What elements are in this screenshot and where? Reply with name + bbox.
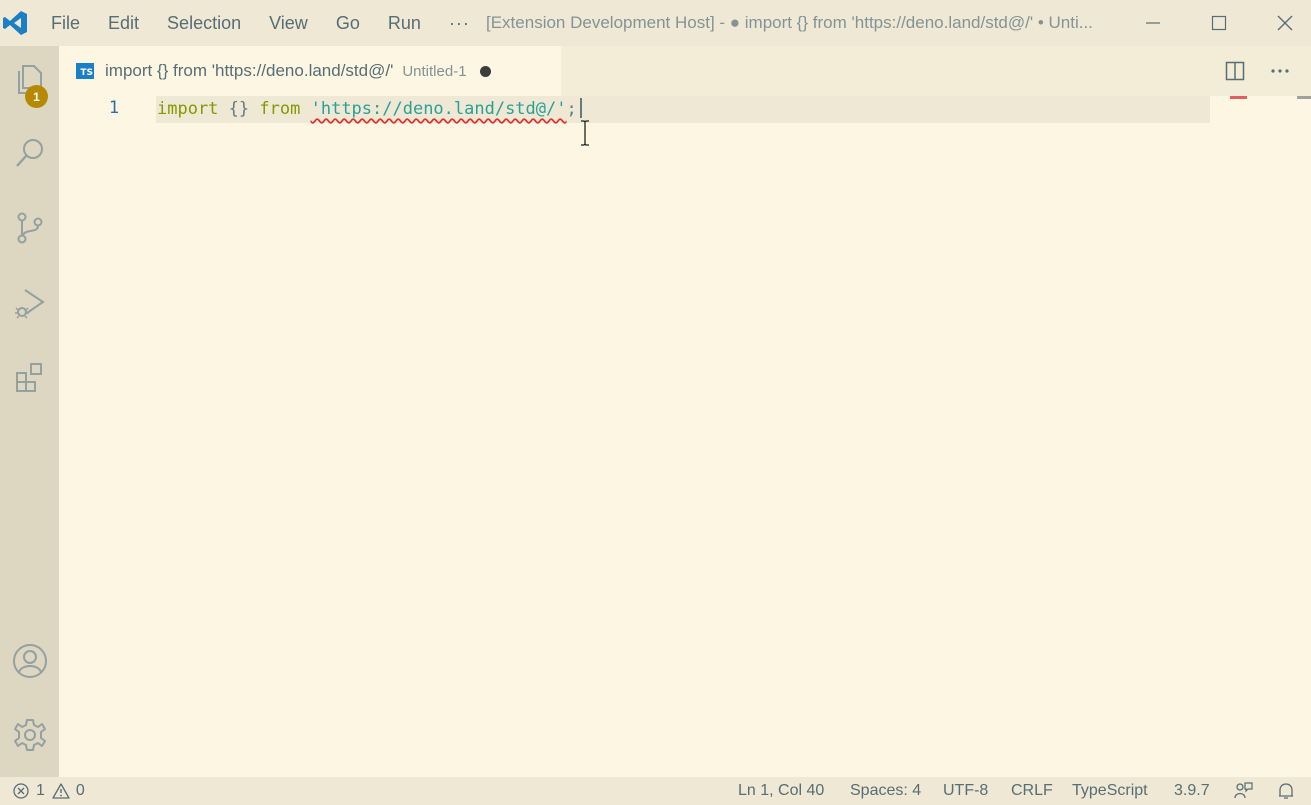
tab-bar: TS import {} from 'https://deno.land/std… <box>59 46 1311 96</box>
more-actions-button[interactable] <box>1260 46 1300 96</box>
vscode-logo-icon <box>0 0 30 46</box>
menu-selection[interactable]: Selection <box>167 13 241 34</box>
scrollbar-edge[interactable] <box>1297 96 1311 99</box>
ibeam-cursor-icon <box>581 120 589 146</box>
source-control-icon <box>17 212 42 244</box>
menu-run[interactable]: Run <box>388 13 421 34</box>
code-line[interactable]: import {} from 'https://deno.land/std@/'… <box>157 98 582 120</box>
unsaved-dot-icon[interactable] <box>479 65 491 77</box>
menu-more[interactable]: ··· <box>449 13 470 34</box>
source-control-button[interactable] <box>0 198 59 258</box>
close-window-button[interactable] <box>1252 0 1311 46</box>
accounts-button[interactable] <box>0 631 59 691</box>
problems-status[interactable]: 1 0 <box>12 777 85 805</box>
feedback-icon <box>1234 782 1253 799</box>
warning-icon <box>52 783 70 799</box>
title-bar: File Edit Selection View Go Run ··· [Ext… <box>0 0 1311 46</box>
window-title: [Extension Development Host] - ● import … <box>486 13 1093 32</box>
indentation[interactable]: Spaces: 4 <box>850 777 921 805</box>
warning-count: 0 <box>75 782 85 799</box>
search-icon <box>15 139 43 167</box>
run-debug-button[interactable] <box>0 273 59 333</box>
typescript-version[interactable]: 3.9.7 <box>1174 777 1210 805</box>
language-mode[interactable]: TypeScript <box>1072 777 1148 805</box>
error-count: 1 <box>36 782 45 799</box>
close-icon <box>1277 15 1293 31</box>
keyword-import: import <box>157 99 219 119</box>
typescript-file-icon: TS <box>76 63 94 79</box>
run-debug-icon <box>14 289 45 319</box>
end-of-line[interactable]: CRLF <box>1011 777 1053 805</box>
code-editor[interactable]: 1 import {} from 'https://deno.land/std@… <box>59 96 1311 777</box>
status-bar: 1 0 Ln 1, Col 40 Spaces: 4 UTF-8 CRLF Ty… <box>0 777 1311 805</box>
ellipsis-icon <box>1271 69 1289 73</box>
braces: {} <box>228 99 250 119</box>
menu-bar: File Edit Selection View Go Run ··· <box>51 13 498 34</box>
feedback-button[interactable] <box>1233 777 1253 805</box>
menu-view[interactable]: View <box>269 13 308 34</box>
semicolon: ; <box>566 99 577 119</box>
bell-icon <box>1279 783 1293 799</box>
line-number: 1 <box>108 98 120 118</box>
split-editor-button[interactable] <box>1215 46 1255 96</box>
keyword-from: from <box>259 99 301 119</box>
editor-tab[interactable]: TS import {} from 'https://deno.land/std… <box>59 46 561 96</box>
account-icon <box>12 644 47 678</box>
menu-edit[interactable]: Edit <box>108 13 139 34</box>
text-cursor <box>579 98 582 118</box>
explorer-badge: 1 <box>25 85 48 108</box>
gear-icon <box>13 719 46 751</box>
notifications-button[interactable] <box>1276 777 1296 805</box>
minimize-button[interactable] <box>1120 0 1186 46</box>
manage-button[interactable] <box>0 705 59 765</box>
encoding[interactable]: UTF-8 <box>943 777 988 805</box>
extensions-button[interactable] <box>0 348 59 408</box>
activity-bar: 1 <box>0 46 59 777</box>
split-editor-icon <box>1225 61 1245 81</box>
extensions-icon <box>15 363 42 392</box>
minimize-icon <box>1146 22 1160 24</box>
cursor-position[interactable]: Ln 1, Col 40 <box>738 777 824 805</box>
explorer-button[interactable]: 1 <box>0 49 59 109</box>
menu-file[interactable]: File <box>51 13 80 34</box>
overview-error-marker <box>1230 96 1247 99</box>
maximize-icon <box>1211 15 1227 31</box>
menu-go[interactable]: Go <box>336 13 360 34</box>
error-icon <box>13 783 29 799</box>
tab-description: Untitled-1 <box>402 62 467 80</box>
import-string: 'https://deno.land/std@/' <box>310 99 567 119</box>
maximize-button[interactable] <box>1186 0 1252 46</box>
tab-title: import {} from 'https://deno.land/std@/' <box>105 61 394 80</box>
search-button[interactable] <box>0 123 59 183</box>
